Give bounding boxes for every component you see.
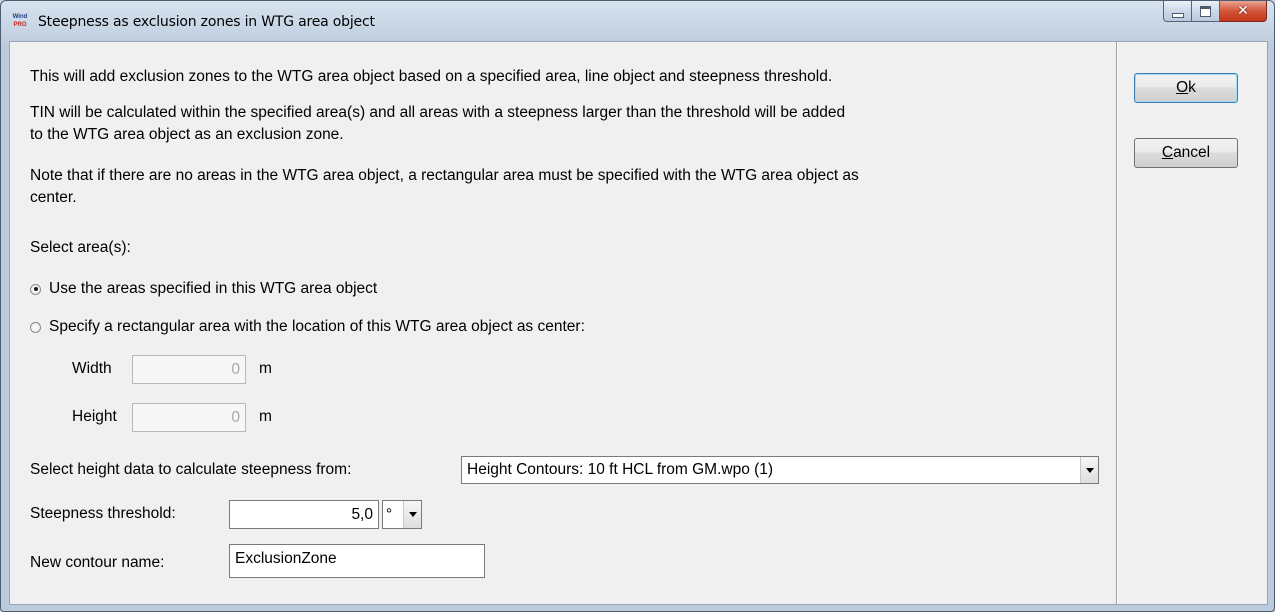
radio-use-areas-button[interactable]	[30, 283, 41, 295]
steepness-input[interactable]: 5,0	[229, 500, 379, 529]
windpro-icon: Wind PRO	[12, 14, 28, 28]
steepness-label: Steepness threshold:	[30, 505, 176, 522]
ok-accelerator: O	[1176, 79, 1189, 96]
height-input[interactable]: 0	[132, 403, 246, 432]
steepness-unit-dropdown-button[interactable]	[403, 501, 421, 528]
radio-rectangular-area-label: Specify a rectangular area with the loca…	[49, 318, 585, 335]
height-data-select[interactable]: Height Contours: 10 ft HCL from GM.wpo (…	[461, 456, 1099, 484]
ok-button[interactable]: Ok	[1134, 73, 1238, 103]
dialog-window: Wind PRO Steepness as exclusion zones in …	[0, 0, 1275, 612]
steepness-unit-select[interactable]: °	[382, 500, 422, 529]
height-data-label: Select height data to calculate steepnes…	[30, 461, 352, 478]
width-label: Width	[72, 360, 112, 377]
cancel-button[interactable]: Cancel	[1134, 138, 1238, 168]
ok-label-rest: k	[1188, 79, 1196, 96]
radio-rectangular-area[interactable]: Specify a rectangular area with the loca…	[30, 318, 585, 336]
contour-name-input[interactable]: ExclusionZone	[229, 544, 485, 578]
cancel-accelerator: C	[1161, 144, 1174, 161]
close-icon: ✕	[1237, 3, 1249, 19]
description-line-2a: TIN will be calculated within the specif…	[30, 104, 846, 121]
radio-use-areas-label: Use the areas specified in this WTG area…	[49, 280, 378, 297]
minimize-icon	[1171, 12, 1184, 18]
width-unit: m	[259, 360, 272, 377]
height-label: Height	[72, 408, 117, 425]
select-area-label: Select area(s):	[30, 239, 131, 256]
height-unit: m	[259, 408, 272, 425]
window-title: Steepness as exclusion zones in WTG area…	[38, 14, 375, 30]
close-button[interactable]: ✕	[1220, 1, 1267, 22]
description-line-1: This will add exclusion zones to the WTG…	[30, 68, 833, 85]
maximize-icon	[1200, 5, 1211, 17]
radio-use-areas[interactable]: Use the areas specified in this WTG area…	[30, 280, 377, 298]
description-line-3a: Note that if there are no areas in the W…	[30, 167, 859, 184]
contour-name-label: New contour name:	[30, 554, 165, 571]
height-data-value: Height Contours: 10 ft HCL from GM.wpo (…	[467, 461, 774, 478]
steepness-unit-value: °	[386, 505, 393, 523]
chevron-down-icon	[408, 512, 417, 517]
height-data-dropdown-button[interactable]	[1080, 457, 1098, 483]
width-input[interactable]: 0	[132, 355, 246, 384]
cancel-label-rest: ancel	[1173, 144, 1211, 161]
caption-buttons: ✕	[1163, 1, 1267, 23]
chevron-down-icon	[1085, 467, 1094, 473]
dialog-client-area: This will add exclusion zones to the WTG…	[9, 41, 1268, 605]
dialog-content: This will add exclusion zones to the WTG…	[10, 42, 1116, 604]
minimize-button[interactable]	[1163, 1, 1192, 22]
title-bar[interactable]: Wind PRO Steepness as exclusion zones in …	[1, 1, 1274, 41]
maximize-button[interactable]	[1192, 1, 1220, 22]
description-line-2b: to the WTG area object as an exclusion z…	[30, 126, 344, 143]
vertical-divider	[1116, 42, 1117, 604]
radio-rectangular-area-button[interactable]	[30, 321, 41, 333]
description-line-3b: center.	[30, 189, 77, 206]
